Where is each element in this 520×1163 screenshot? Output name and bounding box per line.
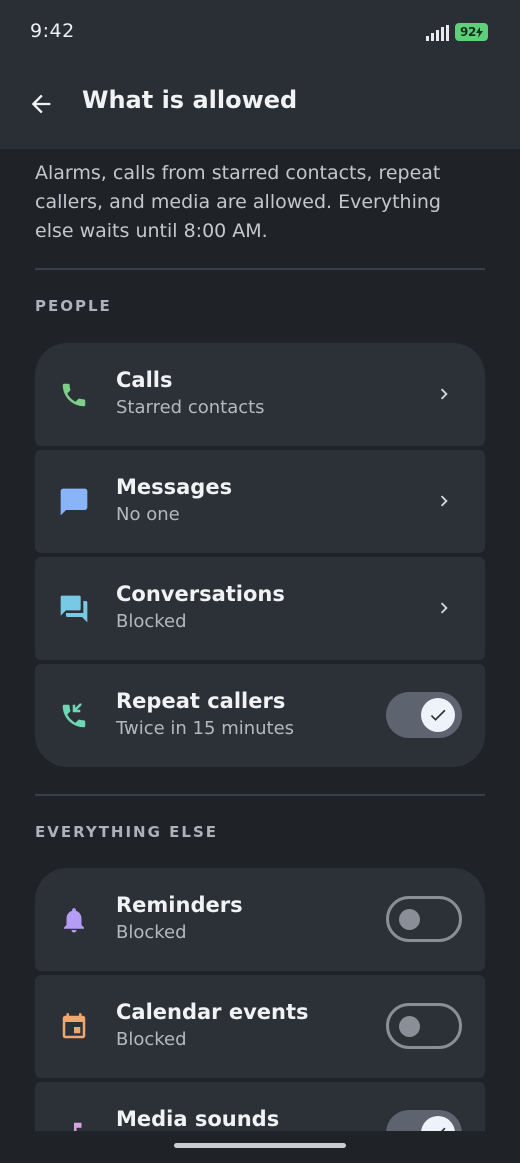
- row-title: Reminders: [116, 893, 243, 917]
- row-title: Calendar events: [116, 1000, 309, 1024]
- row-subtitle: No one: [116, 504, 180, 525]
- setting-row-calendar-events[interactable]: Calendar events Blocked: [35, 975, 485, 1078]
- page-title: What is allowed: [82, 86, 298, 114]
- row-title: Media sounds: [116, 1107, 280, 1131]
- phone-callback-icon: [57, 699, 91, 733]
- chevron-right-icon: [440, 495, 448, 507]
- setting-row-conversations[interactable]: Conversations Blocked: [35, 557, 485, 660]
- calendar-icon: [57, 1010, 91, 1044]
- divider: [35, 794, 485, 796]
- setting-row-calls[interactable]: Calls Starred contacts: [35, 343, 485, 446]
- chevron-right-icon: [440, 602, 448, 614]
- check-icon: [430, 709, 446, 721]
- status-bar: 9:42 92: [0, 0, 520, 64]
- check-icon: [440, 1127, 446, 1131]
- setting-row-media-sounds[interactable]: Media sounds: [35, 1082, 485, 1131]
- media-sounds-toggle[interactable]: [386, 1110, 462, 1131]
- intro-text: Alarms, calls from starred contacts, rep…: [35, 162, 441, 242]
- back-button[interactable]: [20, 83, 62, 125]
- battery-level: 92: [459, 25, 477, 39]
- repeat-callers-toggle[interactable]: [386, 692, 462, 738]
- setting-row-repeat-callers[interactable]: Repeat callers Twice in 15 minutes: [35, 664, 485, 767]
- divider: [35, 268, 485, 270]
- app-bar: What is allowed: [0, 64, 520, 149]
- message-icon: [57, 485, 91, 519]
- content-scroll[interactable]: Alarms, calls from starred contacts, rep…: [0, 149, 520, 1131]
- reminders-toggle[interactable]: [386, 896, 462, 942]
- setting-row-reminders[interactable]: Reminders Blocked: [35, 868, 485, 971]
- conversation-icon: [57, 592, 91, 626]
- section-label-everything-else: EVERYTHING ELSE: [35, 823, 219, 841]
- row-title: Repeat callers: [116, 689, 286, 713]
- signal-icon: [426, 25, 449, 41]
- section-label-people: PEOPLE: [35, 297, 112, 315]
- charging-icon: [476, 26, 484, 38]
- status-time: 9:42: [30, 20, 75, 42]
- row-title: Calls: [116, 368, 173, 392]
- toggle-knob: [421, 698, 455, 732]
- row-subtitle: Blocked: [116, 1029, 187, 1050]
- home-indicator[interactable]: [174, 1143, 346, 1148]
- setting-row-messages[interactable]: Messages No one: [35, 450, 485, 553]
- toggle-knob: [421, 1116, 455, 1131]
- row-subtitle: Starred contacts: [116, 397, 265, 418]
- bell-icon: [57, 903, 91, 937]
- row-title: Conversations: [116, 582, 285, 606]
- row-subtitle: Blocked: [116, 611, 187, 632]
- row-subtitle: Blocked: [116, 922, 187, 943]
- row-subtitle: Twice in 15 minutes: [116, 718, 295, 739]
- row-title: Messages: [116, 475, 233, 499]
- phone-icon: [57, 378, 91, 412]
- chevron-right-icon: [440, 388, 448, 400]
- toggle-knob: [399, 1016, 420, 1037]
- arrow-back-icon: [31, 94, 51, 114]
- battery-indicator: 92: [455, 23, 488, 41]
- toggle-knob: [399, 909, 420, 930]
- music-icon: [57, 1117, 91, 1131]
- calendar-events-toggle[interactable]: [386, 1003, 462, 1049]
